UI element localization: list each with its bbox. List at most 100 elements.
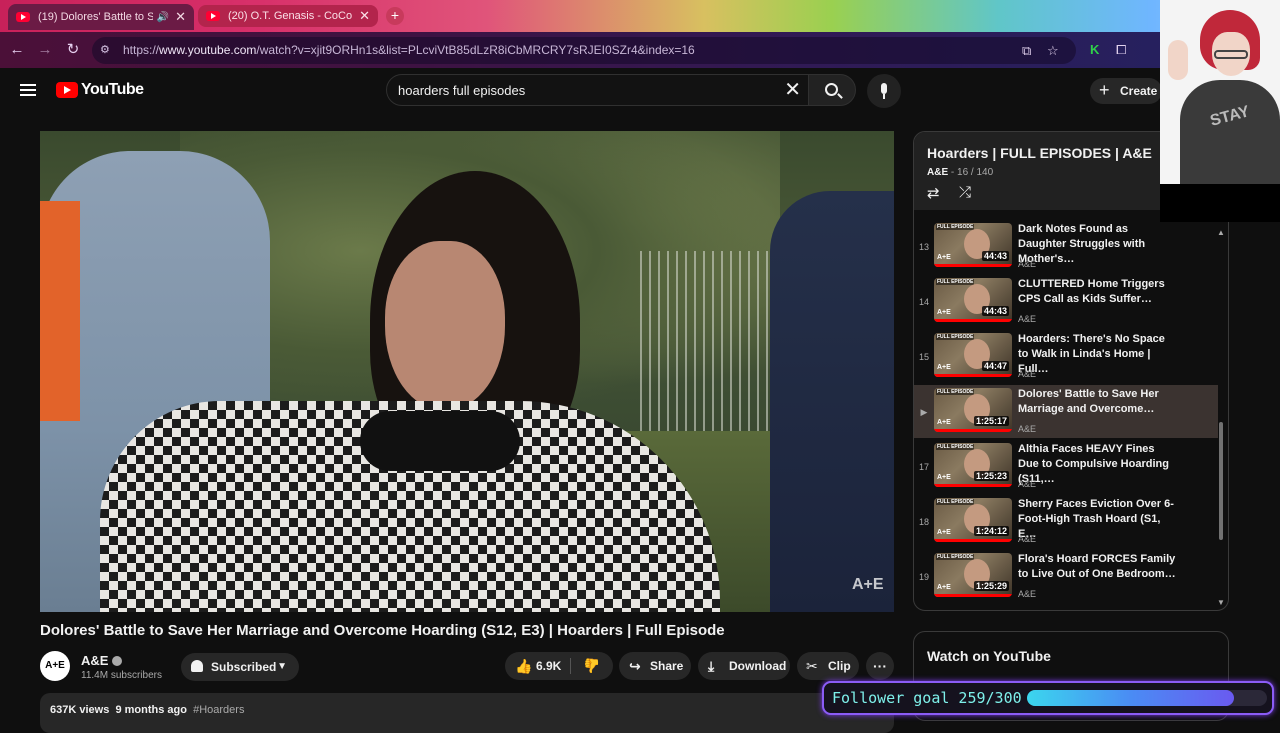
watched-progress-bar <box>934 539 1012 542</box>
tab-youtube-coco[interactable]: (20) O.T. Genasis - CoCo (Official Video… <box>198 5 378 27</box>
playlist-item-index: 18 <box>918 517 929 527</box>
playlist-item[interactable]: 19 FULL EPISODE A+E 1:25:29 Flora's Hoard FO… <box>914 550 1218 603</box>
playlist-item-thumbnail[interactable]: FULL EPISODE A+E 44:43 <box>934 223 1012 267</box>
like-icon[interactable]: 👍 <box>515 652 532 680</box>
playlist-item-title[interactable]: Dolores' Battle to Save Her Marriage and… <box>1018 387 1178 417</box>
playlist-item-channel: A&E <box>1018 314 1037 324</box>
playlist-item-channel: A&E <box>1018 369 1037 379</box>
subscribed-button[interactable]: Subscribed ▼ <box>181 653 299 681</box>
tab-youtube-dolores[interactable]: (19) Dolores' Battle to Save Her Marriag… <box>8 4 194 30</box>
search-button[interactable] <box>808 74 856 106</box>
forward-arrow-icon[interactable]: → <box>36 41 54 59</box>
bookmark-star-icon[interactable]: ☆ <box>1047 43 1059 59</box>
thumbnail-logo: A+E <box>937 254 951 261</box>
create-label: Create <box>1120 84 1158 98</box>
playlist-item-duration: 1:25:29 <box>973 581 1009 591</box>
playlist-item-duration: 1:24:12 <box>973 526 1009 536</box>
playlist-item[interactable]: 13 FULL EPISODE A+E 44:43 Dark Notes Found a… <box>914 220 1218 273</box>
playlist-item-title[interactable]: Dark Notes Found as Daughter Struggles w… <box>1018 222 1178 267</box>
playlist-item-channel: A&E <box>1018 534 1037 544</box>
scroll-down-icon[interactable]: ▼ <box>1217 598 1225 607</box>
playlist-item-index: ▶ <box>920 407 928 417</box>
description-box[interactable]: 637K views 9 months ago #Hoarders <box>40 693 894 733</box>
playlist-item-current[interactable]: ▶ FULL EPISODE A+E 1:25:17 Dolores' Battle t… <box>914 385 1218 438</box>
playlist-item-duration: 1:25:17 <box>973 416 1009 426</box>
channel-name[interactable]: A&E <box>81 653 123 668</box>
thumbnail-logo: A+E <box>937 529 951 536</box>
divider <box>570 658 571 674</box>
chevron-down-icon: ▼ <box>277 661 287 672</box>
hashtag-link[interactable]: #Hoarders <box>193 704 244 716</box>
playlist-item-thumbnail[interactable]: FULL EPISODE A+E 1:25:23 <box>934 443 1012 487</box>
playlist-subtitle: A&E - 16 / 140 <box>927 167 994 178</box>
playlist-item-index: 14 <box>918 297 929 307</box>
tab-close-icon[interactable]: ✕ <box>175 9 186 25</box>
thumbnail-tag: FULL EPISODE <box>936 389 975 395</box>
playlist-item-index: 19 <box>918 572 929 582</box>
webcam-avatar-hand <box>1168 40 1188 80</box>
download-button[interactable]: ⤓ Download <box>698 652 790 680</box>
reload-icon[interactable]: ↻ <box>64 41 82 59</box>
video-player[interactable]: A+E <box>40 131 894 612</box>
playlist-scrollbar[interactable] <box>1219 422 1223 540</box>
new-tab-button[interactable]: + <box>386 7 404 25</box>
thumbnail-logo: A+E <box>937 364 951 371</box>
video-person-right <box>770 191 894 612</box>
playlist-title[interactable]: Hoarders | FULL EPISODES | A&E <box>927 145 1152 161</box>
youtube-favicon-icon <box>16 12 30 22</box>
thumbnail-logo: A+E <box>937 584 951 591</box>
video-title: Dolores' Battle to Save Her Marriage and… <box>40 622 725 639</box>
playlist-item-title[interactable]: Flora's Hoard FORCES Family to Live Out … <box>1018 552 1178 582</box>
share-label: Share <box>650 659 684 673</box>
extensions-puzzle-icon[interactable]: ⧠ <box>1116 42 1126 58</box>
tab-close-icon[interactable]: ✕ <box>359 8 370 24</box>
watched-progress-bar <box>934 374 1012 377</box>
video-woman-face <box>385 241 505 411</box>
playlist-item-title[interactable]: CLUTTERED Home Triggers CPS Call as Kids… <box>1018 277 1178 307</box>
watched-progress-bar <box>934 264 1012 267</box>
clear-search-icon[interactable]: ✕ <box>784 79 801 101</box>
address-bar[interactable]: ⚙ https://www.youtube.com/watch?v=xjit9O… <box>92 37 1076 64</box>
playlist-item[interactable]: 15 FULL EPISODE A+E 44:47 Hoarders: There's … <box>914 330 1218 383</box>
follower-goal-track <box>1027 690 1267 706</box>
cast-icon[interactable]: ⧉ <box>1022 43 1031 59</box>
share-icon: ↪ <box>629 658 641 674</box>
playlist-item-thumbnail[interactable]: FULL EPISODE A+E 44:43 <box>934 278 1012 322</box>
search-input[interactable]: hoarders full episodes ✕ <box>386 74 810 106</box>
extension-k-icon[interactable]: K <box>1090 42 1099 57</box>
channel-avatar[interactable]: A+E <box>40 651 70 681</box>
search-query[interactable]: hoarders full episodes <box>398 83 525 98</box>
clip-button[interactable]: ✂ Clip <box>797 652 859 680</box>
voice-search-icon[interactable] <box>867 74 901 108</box>
shuffle-icon[interactable]: ⤮ <box>959 184 971 201</box>
playlist-item[interactable]: 14 FULL EPISODE A+E 44:43 CLUTTERED Home Tri… <box>914 275 1218 328</box>
playlist-item-title[interactable]: Hoarders: There's No Space to Walk in Li… <box>1018 332 1178 377</box>
speaker-icon[interactable]: 🔊 <box>157 12 169 23</box>
playlist-item-duration: 44:43 <box>981 306 1009 316</box>
playlist-item-thumbnail[interactable]: FULL EPISODE A+E 44:47 <box>934 333 1012 377</box>
dislike-icon[interactable]: 👍 <box>583 652 600 680</box>
menu-icon[interactable] <box>20 84 36 96</box>
url-text[interactable]: https://www.youtube.com/watch?v=xjit9ORH… <box>123 43 695 57</box>
playlist-item[interactable]: 17 FULL EPISODE A+E 1:25:23 Althia Faces HEA… <box>914 440 1218 493</box>
video-meta: 637K views 9 months ago #Hoarders <box>50 704 245 716</box>
overlay-dark-box <box>1160 184 1280 222</box>
create-button[interactable]: + Create <box>1090 78 1162 104</box>
playlist-item-thumbnail[interactable]: FULL EPISODE A+E 1:25:29 <box>934 553 1012 597</box>
like-count[interactable]: 6.9K <box>536 652 561 680</box>
share-button[interactable]: ↪ Share <box>619 652 691 680</box>
watched-progress-bar <box>934 319 1012 322</box>
verified-badge-icon <box>112 656 123 666</box>
scroll-up-icon[interactable]: ▲ <box>1217 228 1225 237</box>
playlist-item-thumbnail[interactable]: FULL EPISODE A+E 1:24:12 <box>934 498 1012 542</box>
more-actions-icon[interactable]: ··· <box>866 652 894 680</box>
loop-icon[interactable]: ⇄ <box>927 184 940 202</box>
youtube-logo[interactable]: YouTube <box>56 81 144 99</box>
playlist-item[interactable]: 18 FULL EPISODE A+E 1:24:12 Sherry Faces Evi… <box>914 495 1218 548</box>
playlist-item-channel: A&E <box>1018 589 1037 599</box>
site-settings-icon[interactable]: ⚙ <box>100 43 114 57</box>
back-arrow-icon[interactable]: ← <box>8 41 26 59</box>
playlist-item-thumbnail[interactable]: FULL EPISODE A+E 1:25:17 <box>934 388 1012 432</box>
playlist-item-title[interactable]: Althia Faces HEAVY Fines Due to Compulsi… <box>1018 442 1178 487</box>
playlist-item-title[interactable]: Sherry Faces Eviction Over 6-Foot-High T… <box>1018 497 1178 542</box>
